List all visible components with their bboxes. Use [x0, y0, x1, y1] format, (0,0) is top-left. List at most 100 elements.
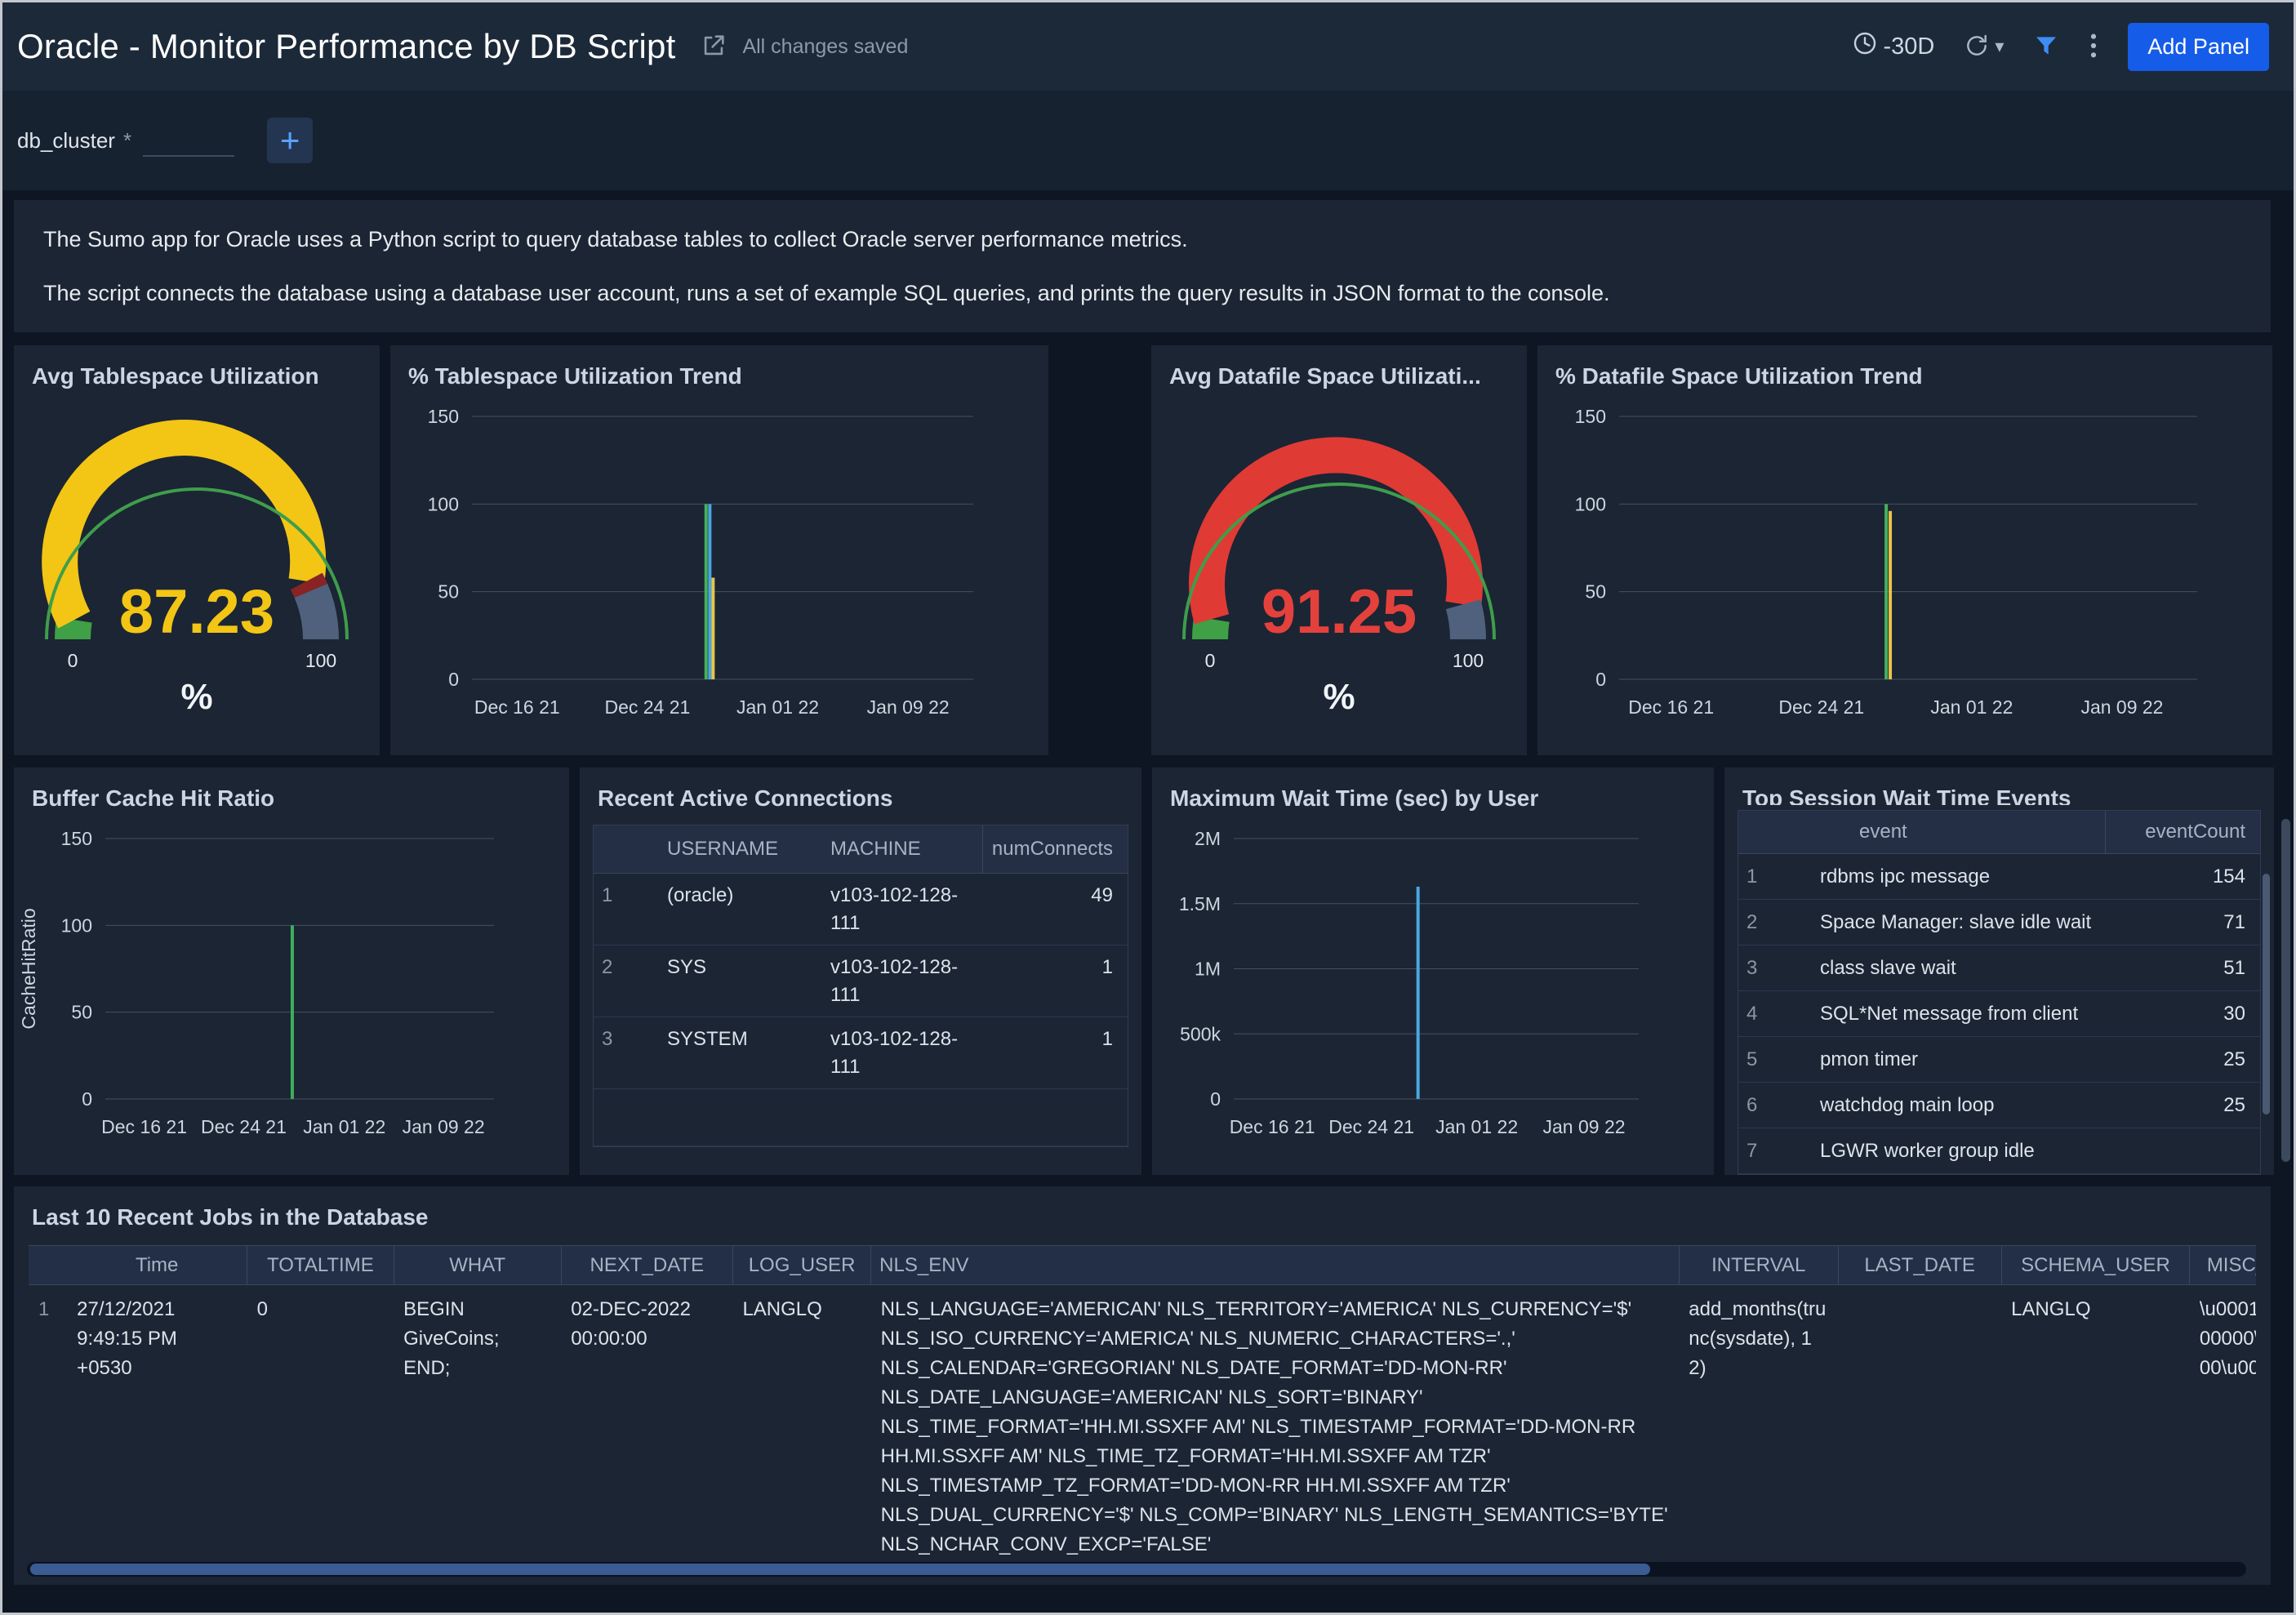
description-paragraph-2: The script connects the database using a… [43, 281, 1610, 305]
panel-title: Recent Active Connections [598, 785, 893, 811]
svg-text:91.25: 91.25 [1261, 577, 1417, 647]
gauge-unit: % [1323, 677, 1355, 717]
svg-text:2M: 2M [1195, 828, 1221, 849]
svg-text:0: 0 [1595, 669, 1606, 690]
svg-text:Jan 01 22: Jan 01 22 [736, 696, 819, 718]
panel-avg-datafile: Avg Datafile Space Utilizati... 0 100 91.2… [1151, 345, 1527, 755]
numconnects-column-header[interactable]: numConnects [982, 825, 1128, 873]
what-column-header[interactable]: WHAT [393, 1245, 562, 1285]
more-menu-button[interactable] [2089, 32, 2098, 62]
share-button[interactable] [700, 32, 728, 62]
recent-connections-table: USERNAME MACHINE numConnects 1 (oracle) … [593, 825, 1128, 1147]
panel-title: % Tablespace Utilization Trend [408, 363, 742, 389]
dashboard-description: The Sumo app for Oracle uses a Python sc… [14, 200, 2271, 332]
gauge-unit: % [180, 677, 213, 717]
svg-text:1M: 1M [1195, 959, 1221, 980]
table-row[interactable]: 3 class slave wait 51 [1738, 945, 2260, 991]
svg-text:Dec 16 21: Dec 16 21 [1230, 1116, 1315, 1137]
eventcount-column-header[interactable]: eventCount [2105, 811, 2260, 853]
svg-text:Dec 24 21: Dec 24 21 [201, 1116, 287, 1137]
filter-bar: db_cluster * + [2, 91, 2294, 190]
svg-text:Dec 24 21: Dec 24 21 [604, 696, 690, 718]
filter-button[interactable] [2033, 33, 2059, 61]
index-column-header [1738, 811, 1812, 853]
panel-title: Buffer Cache Hit Ratio [32, 785, 275, 811]
jobs-table-clip: Time TOTALTIME WHAT NEXT_DATE LOG_USER N… [29, 1245, 2256, 1569]
svg-text:50: 50 [438, 581, 459, 603]
table-row[interactable]: 7 LGWR worker group idle [1738, 1128, 2260, 1174]
share-icon [700, 32, 728, 62]
svg-text:150: 150 [1575, 406, 1606, 427]
tablespace-trend-chart: 0 50 100 150 Dec 16 21 Dec 24 21 Jan 01 22 Jan … [390, 394, 1048, 755]
index-column-header [29, 1245, 68, 1285]
loguser-column-header[interactable]: LOG_USER [732, 1245, 871, 1285]
nlsenv-column-header[interactable]: NLS_ENV [870, 1245, 1680, 1285]
panel-title: Avg Datafile Space Utilizati... [1169, 363, 1481, 389]
username-column-header[interactable]: USERNAME [659, 825, 822, 873]
time-range-label: -30D [1883, 33, 1935, 60]
svg-text:500k: 500k [1180, 1023, 1221, 1044]
panel-title: % Datafile Space Utilization Trend [1555, 363, 1923, 389]
nextdate-cell: 02-DEC-2022 00:00:00 [571, 1298, 691, 1350]
svg-text:50: 50 [71, 1002, 92, 1023]
panel-avg-tablespace: Avg Tablespace Utilization 0 100 87.23 % [14, 345, 380, 755]
panel-title: Top Session Wait Time Events [1742, 785, 2071, 805]
add-panel-button[interactable]: Add Panel [2128, 22, 2269, 71]
svg-text:Jan 01 22: Jan 01 22 [1435, 1116, 1518, 1137]
empty-table-row [594, 1089, 1128, 1146]
panel-row-1: Avg Tablespace Utilization 0 100 87.23 % %… [14, 345, 2294, 755]
svg-text:Dec 16 21: Dec 16 21 [101, 1116, 187, 1137]
totaltime-column-header[interactable]: TOTALTIME [247, 1245, 394, 1285]
dashboard-window: Oracle - Monitor Performance by DB Scrip… [0, 0, 2296, 1615]
svg-text:0: 0 [1205, 650, 1216, 670]
nlsenv-cell: NLS_LANGUAGE='AMERICAN' NLS_TERRITORY='A… [880, 1298, 1668, 1555]
nextdate-column-header[interactable]: NEXT_DATE [560, 1245, 733, 1285]
buffer-cache-chart: 0 50 100 150 Dec 16 21 Dec 24 21 Jan 01 22 Jan … [14, 816, 569, 1175]
schemauser-column-header[interactable]: SCHEMA_USER [2000, 1245, 2190, 1285]
table-row[interactable]: 6 watchdog main loop 25 [1738, 1083, 2260, 1128]
horizontal-scrollbar[interactable] [27, 1562, 2246, 1577]
table-row[interactable]: 1 27/12/2021 9:49:15 PM +0530 0 BEGIN Gi… [29, 1285, 2256, 1570]
svg-text:100: 100 [1575, 493, 1606, 514]
avg-datafile-gauge: 0 100 91.25 [1151, 401, 1527, 671]
time-cell: 27/12/2021 9:49:15 PM +0530 [77, 1298, 177, 1379]
db-cluster-input[interactable] [143, 124, 235, 157]
svg-text:Dec 24 21: Dec 24 21 [1328, 1116, 1414, 1137]
svg-text:Dec 24 21: Dec 24 21 [1778, 696, 1864, 718]
table-row[interactable]: 4 SQL*Net message from client 30 [1738, 991, 2260, 1037]
avg-tablespace-gauge: 0 100 87.23 [14, 401, 380, 671]
svg-text:Jan 01 22: Jan 01 22 [303, 1116, 385, 1137]
panel-scrollbar[interactable] [2263, 874, 2270, 1114]
panel-datafile-trend: % Datafile Space Utilization Trend 0 50 10… [1537, 345, 2272, 755]
svg-text:CacheHitRatio: CacheHitRatio [18, 908, 39, 1029]
time-column-header[interactable]: Time [67, 1245, 247, 1285]
miscenv-column-header[interactable]: MISC_ENV [2189, 1245, 2256, 1285]
page-scrollbar[interactable] [2281, 819, 2290, 1162]
panel-max-wait: Maximum Wait Time (sec) by User 0 500k 1M 1… [1152, 767, 1714, 1175]
svg-text:87.23: 87.23 [119, 577, 274, 647]
recent-jobs-table: Time TOTALTIME WHAT NEXT_DATE LOG_USER N… [29, 1245, 2256, 1569]
totaltime-cell: 0 [256, 1298, 269, 1320]
table-row[interactable]: 2 Space Manager: slave idle wait 71 [1738, 900, 2260, 945]
time-range-button[interactable]: -30D [1852, 30, 1934, 63]
refresh-button[interactable]: ▾ [1964, 33, 2004, 61]
table-row[interactable]: 3 SYSTEM v103-102-128-111 1 [594, 1017, 1128, 1089]
table-row[interactable]: 5 pmon timer 25 [1738, 1037, 2260, 1083]
interval-column-header[interactable]: INTERVAL [1678, 1245, 1839, 1285]
table-row[interactable]: 1 (oracle) v103-102-128-111 49 [594, 874, 1128, 945]
machine-column-header[interactable]: MACHINE [822, 825, 982, 873]
scrollbar-thumb[interactable] [30, 1564, 1651, 1575]
svg-text:0: 0 [82, 1088, 92, 1110]
interval-cell: add_months(trunc(sysdate), 12) [1689, 1298, 1827, 1379]
panel-title: Maximum Wait Time (sec) by User [1170, 785, 1539, 811]
schemauser-cell: LANGLQ [2011, 1298, 2091, 1320]
table-header-row: event eventCount [1738, 811, 2260, 854]
svg-text:0: 0 [68, 650, 78, 670]
event-column-header[interactable]: event [1812, 811, 2105, 853]
table-row[interactable]: 2 SYS v103-102-128-111 1 [594, 945, 1128, 1017]
table-row[interactable]: 1 rdbms ipc message 154 [1738, 854, 2260, 900]
description-paragraph-1: The Sumo app for Oracle uses a Python sc… [43, 227, 1188, 251]
add-filter-button[interactable]: + [267, 118, 314, 163]
svg-text:100: 100 [1453, 650, 1484, 670]
lastdate-column-header[interactable]: LAST_DATE [1837, 1245, 2002, 1285]
